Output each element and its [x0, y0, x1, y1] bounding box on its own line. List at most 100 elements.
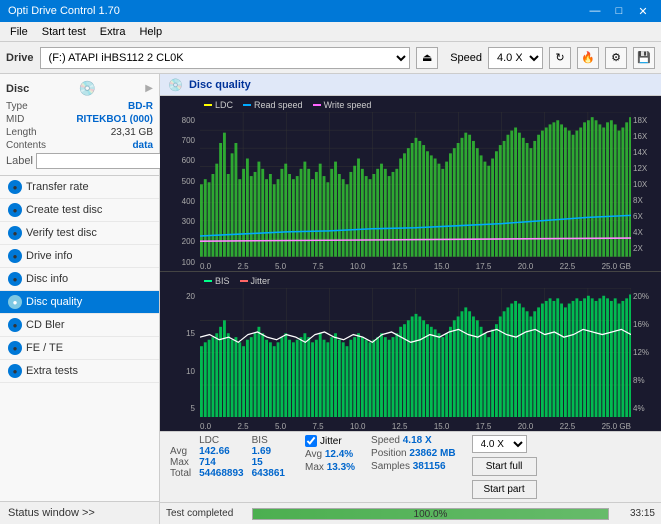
legend-ldc: LDC [204, 100, 233, 110]
samples-row: Samples 381156 [371, 461, 456, 472]
ldc-color-dot [204, 104, 212, 106]
chart2-container: BIS Jitter 20 15 10 5 20% [160, 272, 661, 431]
drive-select[interactable]: (F:) ATAPI iHBS112 2 CL0K [40, 47, 411, 69]
action-section: 4.0 X Start full Start part [472, 435, 537, 499]
jitter-max-val: 13.3% [327, 462, 355, 473]
total-label: Total [166, 468, 195, 479]
nav-cd-bler[interactable]: ● CD Bler [0, 314, 159, 337]
length-value: 23,31 GB [111, 127, 153, 138]
menu-start-test[interactable]: Start test [36, 25, 92, 39]
total-ldc: 54468893 [195, 468, 248, 479]
save-button[interactable]: 💾 [633, 47, 655, 69]
status-window-button[interactable]: Status window >> [0, 501, 159, 524]
speed-row: Speed 4.18 X [371, 435, 456, 446]
contents-value: data [132, 140, 153, 151]
speed-label: Speed [450, 52, 482, 64]
drive-label: Drive [6, 52, 34, 64]
menu-bar: File Start test Extra Help [0, 22, 661, 42]
bis-color-dot [204, 280, 212, 282]
bottom-stats: LDC BIS Avg 142.66 1.69 Max 714 15 Tot [160, 431, 661, 502]
jitter-label: Jitter [320, 436, 342, 447]
read-color-dot [243, 104, 251, 106]
samples-label: Samples [371, 461, 410, 472]
max-bis: 15 [248, 457, 289, 468]
nav-disc-quality[interactable]: ● Disc quality [0, 291, 159, 314]
max-ldc: 714 [195, 457, 248, 468]
jitter-avg-val: 12.4% [325, 449, 353, 460]
nav-icon-transfer: ● [8, 180, 22, 194]
chart2-svg [200, 288, 631, 417]
menu-extra[interactable]: Extra [94, 25, 132, 39]
nav-extra-tests[interactable]: ● Extra tests [0, 360, 159, 383]
status-text: Test completed [166, 508, 246, 519]
jitter-max-label: Max [305, 462, 324, 473]
config-button[interactable]: ⚙ [605, 47, 627, 69]
refresh-button[interactable]: ↻ [549, 47, 571, 69]
speed-select[interactable]: 4.0 X [488, 47, 543, 69]
eject-button[interactable]: ⏏ [416, 47, 438, 69]
nav-disc-info[interactable]: ● Disc info [0, 268, 159, 291]
nav-items: ● Transfer rate ● Create test disc ● Ver… [0, 176, 159, 501]
type-label: Type [6, 101, 28, 112]
window-controls: — □ ✕ [585, 3, 653, 19]
close-button[interactable]: ✕ [633, 3, 653, 19]
toolbar: Drive (F:) ATAPI iHBS112 2 CL0K ⏏ Speed … [0, 42, 661, 74]
chart2-legend: BIS Jitter [204, 276, 270, 286]
burn-button[interactable]: 🔥 [577, 47, 599, 69]
position-label: Position [371, 448, 407, 459]
main-content: Disc 💿 ▶ Type BD-R MID RITEKBO1 (000) Le… [0, 74, 661, 524]
avg-label: Avg [166, 446, 195, 457]
jitter-color-dot [240, 280, 248, 282]
nav-icon-drive: ● [8, 249, 22, 263]
ldc-header: LDC [195, 435, 248, 446]
speed-info-label: Speed [371, 435, 400, 446]
jitter-section: Jitter Avg 12.4% Max 13.3% [305, 435, 355, 473]
total-bis: 643861 [248, 468, 289, 479]
jitter-avg-row: Avg 12.4% [305, 449, 355, 460]
start-full-button[interactable]: Start full [472, 457, 537, 476]
nav-verify-test-disc[interactable]: ● Verify test disc [0, 222, 159, 245]
label-field-label: Label [6, 155, 33, 167]
speed-info-value: 4.18 X [403, 435, 432, 446]
jitter-avg-label: Avg [305, 449, 322, 460]
disc-quality-title: Disc quality [189, 79, 251, 91]
menu-help[interactable]: Help [133, 25, 168, 39]
contents-label: Contents [6, 140, 46, 151]
nav-icon-fe-te: ● [8, 341, 22, 355]
disc-section-label: Disc [6, 83, 29, 95]
nav-create-test-disc[interactable]: ● Create test disc [0, 199, 159, 222]
write-color-dot [313, 104, 321, 106]
disc-arrow: ▶ [145, 83, 153, 94]
nav-transfer-rate[interactable]: ● Transfer rate [0, 176, 159, 199]
disc-quality-header: 💿 Disc quality [160, 74, 661, 96]
chart1-y-axis-right: 18X 16X 14X 12X 10X 8X 6X 4X 2X [631, 112, 661, 257]
jitter-checkbox[interactable] [305, 435, 317, 447]
chart2-y-axis-left: 20 15 10 5 [160, 288, 200, 417]
progress-text: 100.0% [253, 509, 608, 520]
chart1-legend: LDC Read speed Write speed [204, 100, 371, 110]
chart1-y-axis-left: 800 700 600 500 400 300 200 100 [160, 112, 200, 271]
nav-fe-te[interactable]: ● FE / TE [0, 337, 159, 360]
progress-bar-area: Test completed 100.0% 33:15 [160, 502, 661, 524]
samples-value: 381156 [413, 461, 446, 472]
speed-target-select[interactable]: 4.0 X [472, 435, 527, 453]
progress-bar-outer: 100.0% [252, 508, 609, 520]
minimize-button[interactable]: — [585, 3, 605, 19]
mid-label: MID [6, 114, 24, 125]
maximize-button[interactable]: □ [609, 3, 629, 19]
position-value: 23862 MB [409, 448, 455, 459]
label-input[interactable] [36, 153, 174, 169]
length-label: Length [6, 127, 37, 138]
legend-jitter: Jitter [240, 276, 271, 286]
nav-icon-create: ● [8, 203, 22, 217]
status-window-label: Status window >> [8, 507, 95, 519]
bis-header: BIS [248, 435, 289, 446]
nav-icon-extra: ● [8, 364, 22, 378]
nav-drive-info[interactable]: ● Drive info [0, 245, 159, 268]
menu-file[interactable]: File [4, 25, 34, 39]
jitter-max-row: Max 13.3% [305, 462, 355, 473]
disc-icon: 💿 [79, 80, 96, 97]
legend-read: Read speed [243, 100, 303, 110]
start-part-button[interactable]: Start part [472, 480, 537, 499]
position-row: Position 23862 MB [371, 448, 456, 459]
